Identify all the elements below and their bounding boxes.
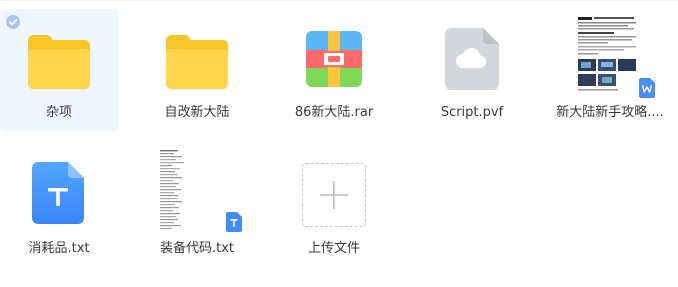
- plus-icon: [320, 181, 348, 209]
- file-name: 86新大陆.rar: [294, 105, 374, 120]
- selected-check-icon[interactable]: [6, 15, 20, 29]
- word-document-thumbnail: [578, 16, 638, 94]
- file-name: 新大陆新手攻略....: [556, 105, 664, 120]
- file-tile-misc[interactable]: 杂项: [0, 9, 118, 131]
- file-tile-txt-2[interactable]: 装备代码.txt: [138, 146, 256, 268]
- top-divider: [0, 0, 678, 1]
- file-tile-folder-2[interactable]: 自改新大陆: [138, 9, 256, 131]
- text-file-icon: [32, 162, 84, 224]
- file-tile-txt-1[interactable]: 消耗品.txt: [0, 146, 118, 268]
- file-tile-rar[interactable]: 86新大陆.rar: [275, 9, 393, 131]
- text-document-thumbnail: [160, 149, 222, 231]
- folder-icon: [166, 35, 228, 89]
- file-name: 自改新大陆: [164, 105, 230, 120]
- file-name: 消耗品.txt: [28, 241, 90, 256]
- folder-icon: [28, 35, 90, 89]
- file-tile-pvf[interactable]: Script.pvf: [413, 9, 531, 131]
- file-name: Script.pvf: [440, 105, 504, 120]
- upload-label: 上传文件: [307, 241, 360, 256]
- rar-archive-icon: [306, 31, 362, 87]
- file-name: 杂项: [45, 105, 72, 120]
- upload-button[interactable]: [302, 163, 366, 227]
- file-tile-word[interactable]: 新大陆新手攻略....: [551, 9, 669, 131]
- upload-file-tile[interactable]: 上传文件: [275, 146, 393, 268]
- word-badge-icon: [639, 78, 655, 98]
- cloud-file-icon: [445, 28, 499, 90]
- file-name: 装备代码.txt: [159, 241, 235, 256]
- txt-badge-icon: [226, 212, 242, 232]
